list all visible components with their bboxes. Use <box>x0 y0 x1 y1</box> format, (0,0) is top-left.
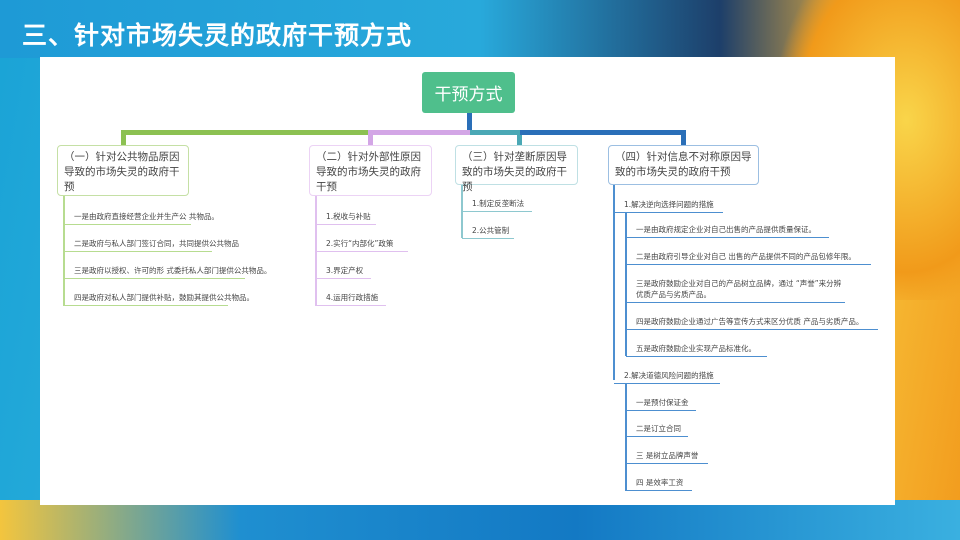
leaf-item[interactable]: 二是由政府引导企业对自己 出售的产品提供不同的产品包修年限。 <box>626 252 871 265</box>
leaf-item[interactable]: 三是政府以授权、许可的形 式委托私人部门提供公共物品。 <box>64 266 271 279</box>
leaf-item[interactable]: 1.制定反垄断法 <box>462 199 532 212</box>
leaf-item[interactable]: 一是由政府直接经营企业并生产公 共物品。 <box>64 212 219 225</box>
leaf-item[interactable]: 3.界定产权 <box>316 266 371 279</box>
leaf-item[interactable]: 2.实行“内部化”政策 <box>316 239 408 252</box>
leaf-item[interactable]: 2.公共管制 <box>462 226 514 239</box>
leaf-item[interactable]: 三是政府鼓励企业对自己的产品树立品牌，通过 “声誉”来分辨优质产品与劣质产品。 <box>626 278 845 303</box>
branch-node-2[interactable]: （二）针对外部性原因导致的市场失灵的政府干预 <box>309 145 432 196</box>
connector-purple-drop <box>368 130 373 145</box>
connector-teal <box>470 130 520 135</box>
slide-title: 三、针对市场失灵的政府干预方式 <box>22 21 413 50</box>
group-label[interactable]: 2.解决道德风险问题的措施 <box>614 371 720 384</box>
connector-green <box>121 130 371 135</box>
leaf-item[interactable]: 一是由政府规定企业对自己出售的产品提供质量保证。 <box>626 225 829 238</box>
leaf-item[interactable]: 1.税收与补贴 <box>316 212 376 225</box>
leaf-item[interactable]: 四 是效率工资 <box>626 478 692 491</box>
leaf-item[interactable]: 三 是树立品牌声誉 <box>626 451 708 464</box>
leaf-item[interactable]: 二是政府与私人部门签订合同，共同提供公共物品 <box>64 239 239 252</box>
connector-blue-drop <box>681 130 686 145</box>
leaf-item[interactable]: 四是政府对私人部门提供补贴，鼓励其提供公共物品。 <box>64 293 254 306</box>
branch-4-line <box>613 185 615 380</box>
connector-blue <box>520 130 685 135</box>
leaf-item[interactable]: 五是政府鼓励企业实现产品标准化。 <box>626 344 767 357</box>
leaf-item[interactable]: 一是预付保证金 <box>626 398 696 411</box>
branch-node-4[interactable]: （四）针对信息不对称原因导致的市场失灵的政府干预 <box>608 145 759 185</box>
group-label[interactable]: 1.解决逆向选择问题的措施 <box>614 200 723 213</box>
leaf-item[interactable]: 四是政府鼓励企业通过广告等宣传方式来区分优质 产品与劣质产品。 <box>626 317 878 330</box>
leaf-item[interactable]: 二是订立合同 <box>626 424 688 437</box>
branch-node-1[interactable]: （一）针对公共物品原因导致的市场失灵的政府干预 <box>57 145 189 196</box>
connector-green-drop <box>121 130 126 145</box>
root-node[interactable]: 干预方式 <box>422 72 515 113</box>
branch-node-3[interactable]: （三）针对垄断原因导致的市场失灵的政府干预 <box>455 145 578 193</box>
leaf-item[interactable]: 4.运用行政措施 <box>316 293 386 306</box>
connector-purple <box>370 130 470 135</box>
decor-bottom <box>0 500 960 540</box>
